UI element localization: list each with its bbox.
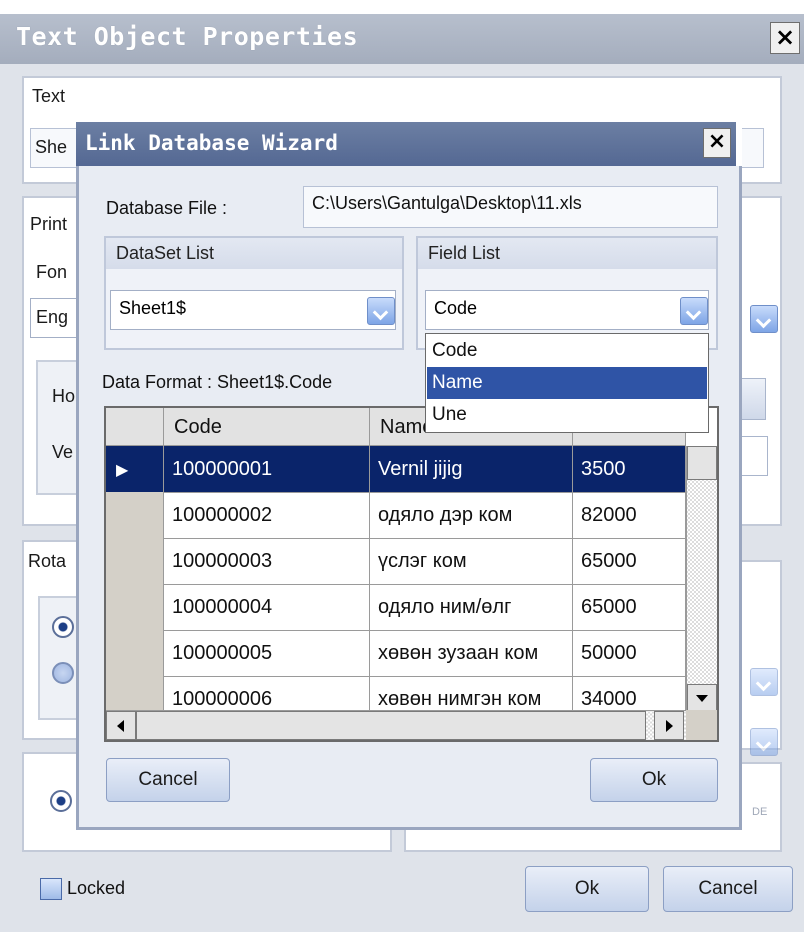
cell-code[interactable]: 100000003 <box>164 538 370 584</box>
horizontal-field-edge[interactable] <box>742 378 766 420</box>
row-selected-marker: ▶ <box>106 446 164 492</box>
database-file-label: Database File : <box>106 198 228 218</box>
dropdown-option-code[interactable]: Code <box>427 335 707 367</box>
grid-vertical-scrollbar[interactable] <box>686 446 717 716</box>
vertical-label-partial: Ve <box>52 442 74 462</box>
table-row[interactable]: 100000004 одяло ним/өлг 65000 <box>106 584 686 631</box>
font-label-partial: Fon <box>36 262 68 282</box>
locked-label: Locked <box>67 878 126 898</box>
horizontal-label-partial: Ho <box>52 386 76 406</box>
cell-une[interactable]: 3500 <box>573 446 686 492</box>
disabled-chevron-down-icon <box>750 668 778 696</box>
scroll-thumb[interactable] <box>687 446 717 480</box>
table-row[interactable]: 100000002 одяло дэр ком 82000 <box>106 492 686 539</box>
disabled-chevron-down-icon-2 <box>750 728 778 756</box>
scroll-corner <box>686 710 717 740</box>
outer-close-button[interactable]: × <box>770 22 800 54</box>
scroll-right-button[interactable] <box>654 711 684 740</box>
outer-chevron-down-icon[interactable] <box>750 305 778 333</box>
cell-une[interactable]: 82000 <box>573 492 686 538</box>
cell-name[interactable]: одяло дэр ком <box>370 492 573 538</box>
edge-text: DE <box>752 806 768 818</box>
cell-code[interactable]: 100000002 <box>164 492 370 538</box>
arrow-right-icon <box>666 720 673 732</box>
cell-une[interactable]: 50000 <box>573 630 686 676</box>
row-header[interactable] <box>106 630 164 676</box>
rotate-radio-selected[interactable] <box>52 616 74 638</box>
cell-name[interactable]: үслэг ком <box>370 538 573 584</box>
outer-cancel-button[interactable]: Cancel <box>663 866 793 912</box>
field-chevron-down-icon[interactable] <box>680 297 708 325</box>
cell-une[interactable]: 65000 <box>573 584 686 630</box>
grid-horizontal-scrollbar[interactable] <box>106 710 686 740</box>
scroll-left-button[interactable] <box>106 711 136 740</box>
field-list-label: Field List <box>418 238 716 269</box>
encoding-select-partial: Eng <box>36 307 69 327</box>
wizard-title: Link Database Wizard <box>85 131 338 155</box>
cell-code[interactable]: 100000004 <box>164 584 370 630</box>
horizontal-scroll-thumb[interactable] <box>136 711 646 740</box>
outer-window-title: Text Object Properties <box>16 22 359 51</box>
row-header[interactable] <box>106 492 164 538</box>
cell-name[interactable]: хөвөн зузаан ком <box>370 630 573 676</box>
dataset-list-label: DataSet List <box>106 238 402 269</box>
cell-name[interactable]: Vernil jijig <box>370 446 573 492</box>
column-header-code[interactable]: Code <box>164 408 370 446</box>
table-row[interactable]: 100000005 хөвөн зузаан ком 50000 <box>106 630 686 677</box>
locked-checkbox[interactable] <box>40 878 62 900</box>
bottom-radio-selected[interactable] <box>50 790 72 812</box>
dataset-chevron-down-icon[interactable] <box>367 297 395 325</box>
field-select[interactable]: Code <box>425 290 709 330</box>
outer-ok-button[interactable]: Ok <box>525 866 649 912</box>
wizard-cancel-button[interactable]: Cancel <box>106 758 230 802</box>
grid-corner <box>106 408 164 446</box>
row-header[interactable] <box>106 584 164 630</box>
dropdown-option-name[interactable]: Name <box>427 367 707 399</box>
text-section-label: Text <box>32 86 66 106</box>
dropdown-option-une[interactable]: Une <box>427 399 707 431</box>
data-format-label: Data Format : Sheet1$.Code <box>102 372 333 392</box>
field-dropdown-list[interactable]: Code Name Une <box>425 333 709 433</box>
rotate-section-label: Rota <box>28 551 67 571</box>
row-header[interactable] <box>106 538 164 584</box>
cell-code[interactable]: 100000005 <box>164 630 370 676</box>
print-section-label: Print <box>30 214 68 234</box>
cell-name[interactable]: одяло ним/өлг <box>370 584 573 630</box>
wizard-close-button[interactable]: × <box>703 128 731 158</box>
arrow-left-icon <box>117 720 124 732</box>
rotate-radio[interactable] <box>52 662 74 684</box>
arrow-down-icon <box>696 695 708 702</box>
text-value-partial: She <box>35 137 68 157</box>
table-row[interactable]: 100000003 үслэг ком 65000 <box>106 538 686 585</box>
table-row[interactable]: ▶ 100000001 Vernil jijig 3500 <box>106 446 686 493</box>
vertical-field-edge[interactable] <box>742 436 768 476</box>
text-value-input-edge <box>742 128 764 168</box>
data-grid[interactable]: Code Name Une ▶ 100000001 Vernil jijig 3… <box>104 406 719 742</box>
cell-une[interactable]: 65000 <box>573 538 686 584</box>
database-file-field[interactable]: C:\Users\Gantulga\Desktop\11.xls <box>303 186 718 228</box>
wizard-ok-button[interactable]: Ok <box>590 758 718 802</box>
cell-code[interactable]: 100000001 <box>164 446 370 492</box>
dataset-select[interactable]: Sheet1$ <box>110 290 396 330</box>
